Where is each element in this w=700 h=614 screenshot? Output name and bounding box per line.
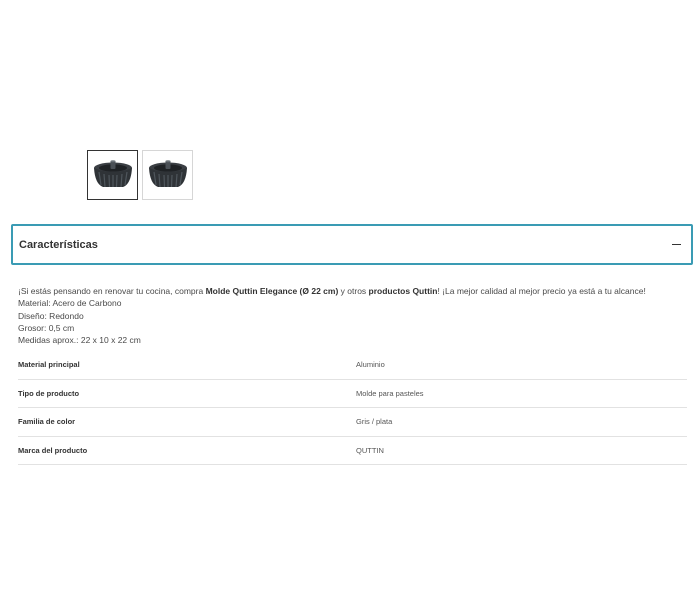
- spec-row: Material principal Aluminio: [18, 351, 687, 380]
- spec-label: Marca del producto: [18, 445, 88, 455]
- description-line: Grosor: 0,5 cm: [18, 322, 75, 333]
- thumbnail-gallery: [87, 150, 193, 200]
- description-line: Material: Acero de Carbono: [18, 298, 122, 309]
- spec-value: Molde para pasteles: [356, 388, 424, 398]
- product-description: ¡Si estás pensando en renovar tu cocina,…: [18, 285, 688, 346]
- spec-label: Tipo de producto: [18, 388, 80, 398]
- minus-icon[interactable]: [672, 243, 681, 246]
- brand-products-link[interactable]: productos Quttin: [369, 286, 438, 296]
- spec-label: Familia de color: [18, 417, 76, 427]
- description-line: Diseño: Redondo: [18, 310, 84, 321]
- spec-value: Aluminio: [356, 360, 385, 370]
- thumbnail-2[interactable]: [142, 150, 193, 200]
- thumbnail-1[interactable]: [87, 150, 138, 200]
- accordion-title: Características: [19, 238, 98, 251]
- product-name: Molde Quttin Elegance (Ø 22 cm): [205, 286, 339, 296]
- spec-row: Marca del producto QUTTIN: [18, 437, 687, 465]
- spec-row: Familia de color Gris / plata: [18, 408, 687, 437]
- spec-row: Tipo de producto Molde para pasteles: [18, 380, 687, 408]
- bundt-pan-image: [148, 160, 187, 188]
- description-intro: ¡Si estás pensando en renovar tu cocina,…: [18, 286, 646, 296]
- characteristics-accordion-header[interactable]: Características: [11, 224, 693, 265]
- spec-value: QUTTIN: [356, 445, 384, 455]
- spec-label: Material principal: [18, 360, 80, 370]
- spec-value: Gris / plata: [356, 417, 393, 427]
- bundt-pan-image: [93, 160, 132, 188]
- specs-table: Material principal Aluminio Tipo de prod…: [18, 351, 687, 465]
- description-line: Medidas aprox.: 22 x 10 x 22 cm: [18, 335, 141, 346]
